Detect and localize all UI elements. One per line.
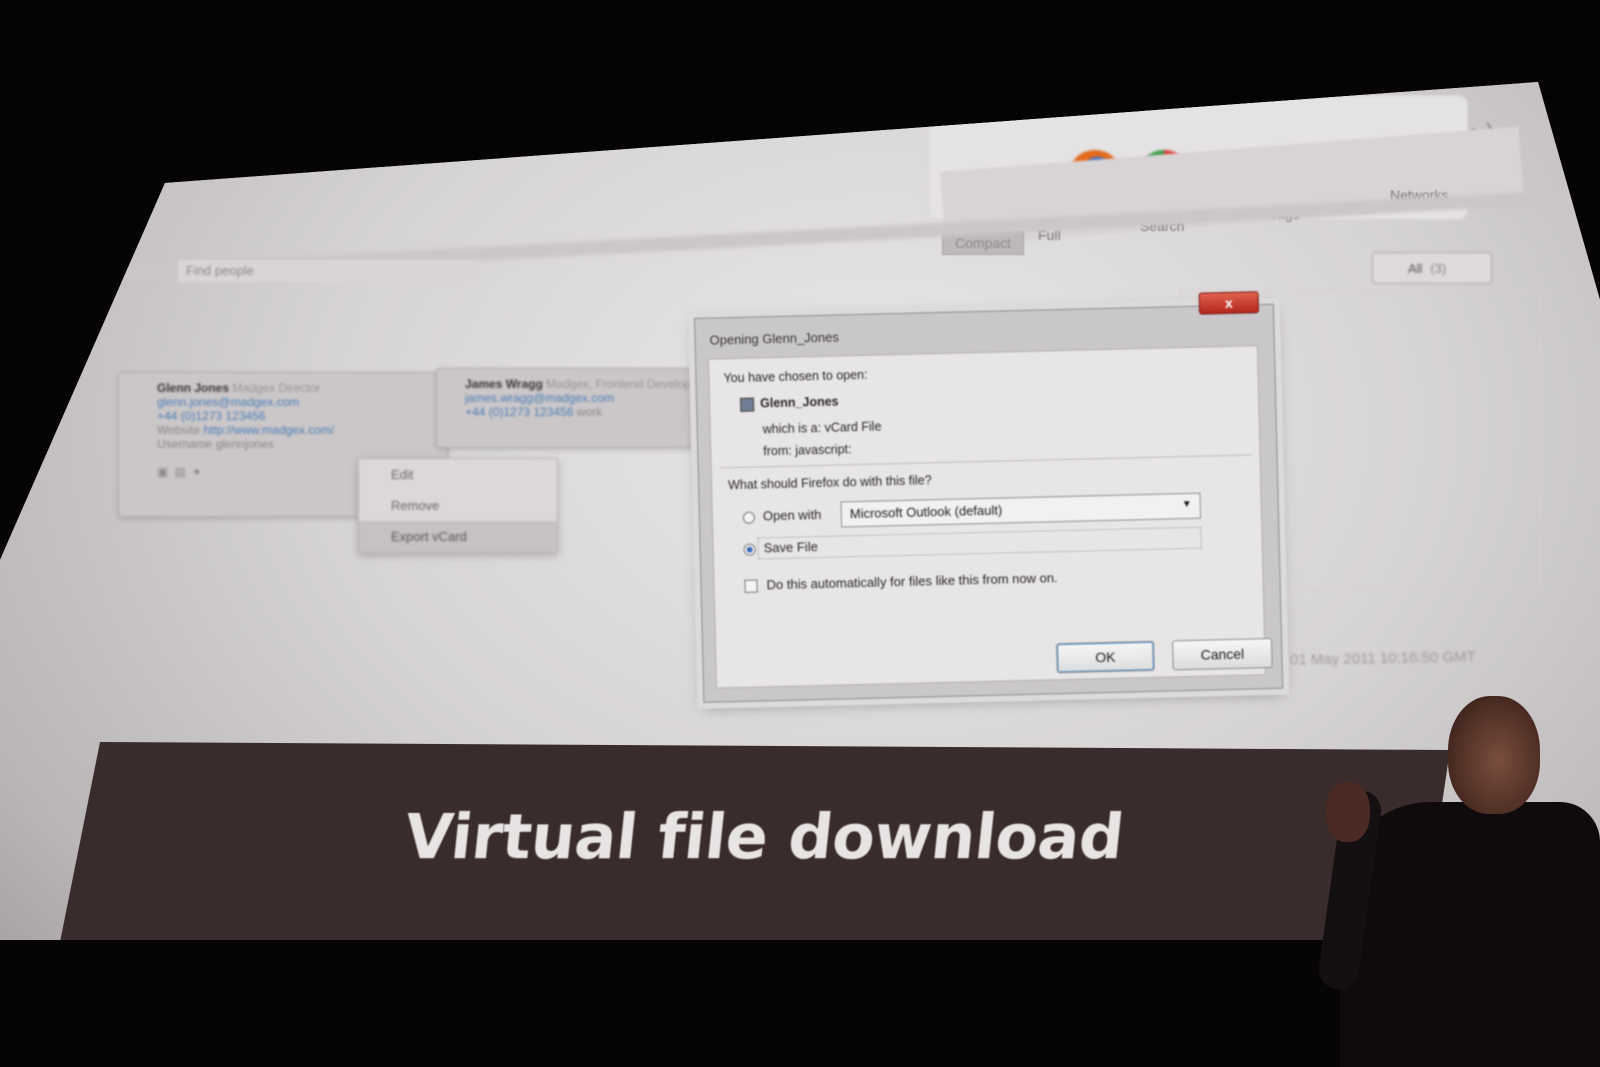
file-name: Glenn_Jones <box>759 394 839 411</box>
phone-type: work <box>576 405 603 419</box>
close-button[interactable]: x <box>1198 291 1260 315</box>
open-with-select[interactable]: Microsoft Outlook (default) ▼ <box>840 492 1202 528</box>
context-menu: Edit Remove Export vCard <box>358 458 558 553</box>
find-people-input[interactable]: Find people <box>178 260 478 282</box>
contact-email[interactable]: glenn.jones@madgex.com <box>157 395 409 409</box>
open-with-app: Microsoft Outlook (default) <box>849 502 1003 522</box>
chosen-label: You have chosen to open: <box>723 367 868 386</box>
open-with-radio[interactable] <box>742 511 756 524</box>
contact-role: Madgex, Frontend Developer <box>546 377 702 391</box>
save-file-radio[interactable] <box>743 543 756 556</box>
action-question: What should Firefox do with this file? <box>727 473 932 493</box>
contact-phone[interactable]: +44 (0)1273 123456 <box>465 405 573 419</box>
presenter <box>1316 690 1600 1067</box>
contact-website[interactable]: http://www.madgex.com/ <box>203 423 334 437</box>
file-source: from: javascript: <box>763 442 852 459</box>
ok-button[interactable]: OK <box>1056 640 1155 674</box>
contact-phone[interactable]: +44 (0)1273 123456 <box>157 409 409 423</box>
presenter-body <box>1340 802 1600 1067</box>
file-type: which is a: vCard File <box>762 419 882 437</box>
timestamp: 01 May 2011 10:16:50 GMT <box>1289 648 1476 669</box>
dialog-title: Opening Glenn_Jones <box>709 329 840 348</box>
menu-item-edit[interactable]: Edit <box>359 459 557 490</box>
filter-all-button[interactable]: All (3) <box>1372 252 1492 284</box>
contact-role: Madgex Director <box>232 381 321 395</box>
contact-email[interactable]: james.wragg@madgex.com <box>465 391 717 405</box>
filter-count: (3) <box>1430 261 1447 276</box>
presenter-head <box>1448 696 1540 814</box>
username-label: Username <box>157 437 213 451</box>
menu-item-remove[interactable]: Remove <box>359 490 557 521</box>
download-dialog: Opening Glenn_Jones x You have chosen to… <box>694 291 1284 703</box>
action-group: What should Firefox do with this file? O… <box>719 454 1256 636</box>
contact-name: James Wragg <box>465 377 543 391</box>
auto-checkbox[interactable] <box>744 579 758 593</box>
save-file-focus <box>757 526 1202 560</box>
presenter-hand <box>1326 782 1370 842</box>
dialog-body: You have chosen to open: Glenn_Jones whi… <box>707 345 1273 689</box>
contact-name: Glenn Jones <box>157 381 230 395</box>
card-icon[interactable]: ▤ <box>174 465 185 479</box>
contact-username: glennjones <box>215 437 274 451</box>
menu-item-export-vcard[interactable]: Export vCard <box>359 521 557 552</box>
save-file-label[interactable]: Save File <box>763 539 818 555</box>
slide-caption: Virtual file download <box>401 800 1128 873</box>
cancel-button[interactable]: Cancel <box>1172 637 1273 671</box>
vcard-file-icon <box>739 397 755 412</box>
website-label: Website <box>157 423 201 437</box>
card-icon[interactable]: ▣ <box>157 465 168 479</box>
twitter-icon[interactable]: ✦ <box>192 465 202 479</box>
auto-label[interactable]: Do this automatically for files like thi… <box>766 570 1057 592</box>
chevron-down-icon: ▼ <box>1181 498 1192 511</box>
file-name-row: Glenn_Jones <box>739 394 839 412</box>
open-with-label[interactable]: Open with <box>763 507 822 523</box>
filter-label: All <box>1408 261 1423 276</box>
